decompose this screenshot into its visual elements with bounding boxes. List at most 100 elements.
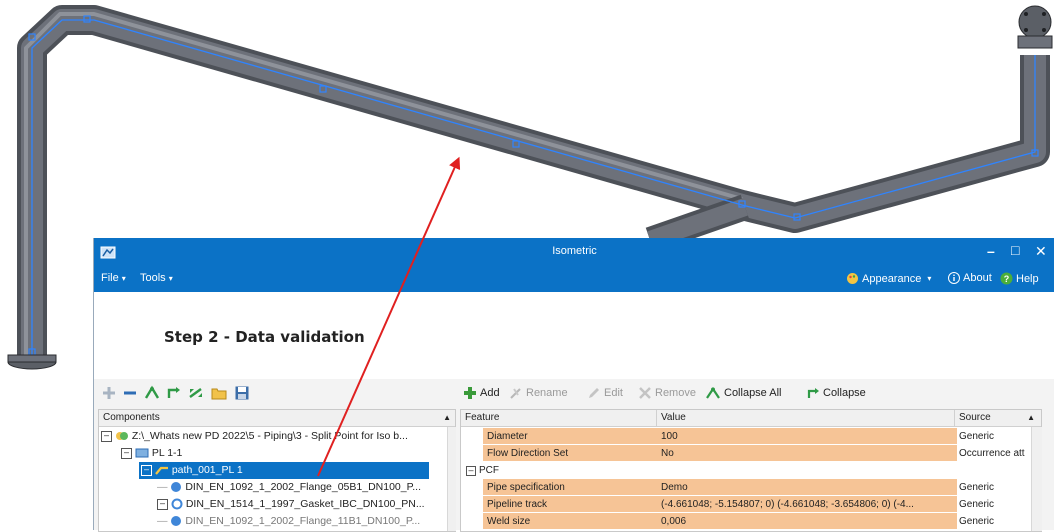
tree-row-pipeline[interactable]: – PL 1-1 bbox=[121, 445, 182, 462]
collapse-all-icon bbox=[706, 387, 720, 399]
assembly-icon bbox=[115, 432, 128, 441]
source-cell: Generic bbox=[959, 516, 995, 527]
swap-icon bbox=[189, 388, 202, 398]
feature-cell: Diameter bbox=[483, 428, 659, 444]
collapse-icon bbox=[807, 388, 819, 398]
column-source[interactable]: Source bbox=[959, 410, 991, 426]
group-label: PCF bbox=[479, 465, 499, 476]
flange-icon bbox=[171, 516, 182, 527]
tree-connector: — bbox=[157, 515, 168, 527]
grid-row[interactable]: Pipe specification Demo Generic bbox=[461, 479, 1041, 496]
sort-up-icon[interactable]: ▲ bbox=[1027, 410, 1035, 426]
collapse-toggle-icon[interactable]: – bbox=[101, 430, 112, 442]
value-cell[interactable]: Demo bbox=[657, 479, 957, 495]
value-cell[interactable]: No bbox=[657, 445, 957, 461]
pipeline-icon bbox=[135, 448, 149, 458]
column-feature[interactable]: Feature bbox=[465, 410, 499, 426]
tree-row-flange-1[interactable]: — DIN_EN_1092_1_2002_Flange_05B1_DN100_P… bbox=[157, 479, 421, 496]
menu-file-label: File bbox=[101, 272, 119, 284]
source-cell: Generic bbox=[959, 482, 995, 493]
value-cell[interactable]: (-4.661048; -5.154807; 0) (-4.661048; -3… bbox=[657, 496, 957, 512]
close-button[interactable]: ✕ bbox=[1035, 243, 1047, 260]
plus-icon bbox=[464, 387, 476, 399]
grid-row[interactable]: Flow Direction Set No Occurrence att bbox=[461, 445, 1041, 462]
value-cell[interactable]: 0,006 bbox=[657, 513, 957, 529]
value-cell[interactable]: 100 bbox=[657, 428, 957, 444]
column-divider bbox=[954, 410, 955, 426]
collapse-toggle-icon[interactable]: – bbox=[121, 447, 132, 459]
title-bar: Isometric – □ ✕ bbox=[94, 238, 1054, 266]
add-component-button[interactable] bbox=[101, 385, 117, 401]
menu-about[interactable]: About bbox=[948, 272, 992, 284]
components-header-label: Components bbox=[103, 412, 160, 423]
tree-row-gasket[interactable]: – DIN_EN_1514_1_1997_Gasket_IBC_DN100_PN… bbox=[157, 496, 425, 513]
tree-row-path[interactable]: – path_001_PL 1 bbox=[139, 462, 429, 479]
tree-item-label: DIN_EN_1514_1_1997_Gasket_IBC_DN100_PN..… bbox=[185, 498, 425, 510]
feature-cell: Pipeline track bbox=[483, 496, 659, 512]
chevron-down-icon: ▾ bbox=[121, 274, 126, 283]
menu-tools-label: Tools bbox=[140, 272, 166, 284]
collapse-toggle-icon[interactable]: – bbox=[157, 498, 168, 510]
tree-row-flange-2[interactable]: — DIN_EN_1092_1_2002_Flange_11B1_DN100_P… bbox=[157, 513, 420, 527]
menu-bar: File ▾ Tools ▾ Appearance ▾ About ? Help bbox=[94, 266, 1054, 292]
path-icon bbox=[155, 467, 168, 475]
grid-row[interactable]: Pipeline track (-4.661048; -5.154807; 0)… bbox=[461, 496, 1041, 513]
collapse-toggle-icon[interactable]: – bbox=[141, 464, 152, 476]
remove-component-button[interactable] bbox=[122, 385, 138, 401]
tree-item-label: PL 1-1 bbox=[151, 447, 183, 459]
tree-row-assembly[interactable]: – Z:\_Whats new PD 2022\5 - Piping\3 - S… bbox=[101, 428, 408, 445]
tree-item-label: Z:\_Whats new PD 2022\5 - Piping\3 - Spl… bbox=[131, 430, 408, 442]
source-cell: Generic bbox=[959, 431, 995, 442]
chevron-down-icon: ▾ bbox=[168, 274, 173, 283]
minimize-button[interactable]: – bbox=[987, 243, 995, 259]
rename-button[interactable]: Rename bbox=[509, 386, 568, 400]
menu-help[interactable]: ? Help bbox=[1000, 272, 1039, 285]
edit-button[interactable]: Edit bbox=[587, 386, 623, 400]
save-button[interactable] bbox=[234, 385, 250, 401]
sort-up-icon[interactable]: ▲ bbox=[443, 410, 451, 426]
remove-icon bbox=[639, 387, 651, 399]
step-title: Step 2 - Data validation bbox=[164, 328, 365, 346]
svg-text:?: ? bbox=[1004, 274, 1010, 284]
source-cell: Occurrence att bbox=[959, 448, 1025, 459]
branch-icon bbox=[167, 387, 180, 398]
isometric-window: Isometric – □ ✕ File ▾ Tools ▾ Appearance ▾… bbox=[93, 238, 1054, 532]
add-label: Add bbox=[480, 387, 500, 399]
maximize-button[interactable]: □ bbox=[1011, 242, 1019, 258]
step-header-panel: Step 2 - Data validation bbox=[94, 292, 1054, 379]
attributes-grid: Feature Value Source ▲ Diameter 100 Gene… bbox=[460, 409, 1042, 532]
add-attribute-button[interactable]: Add bbox=[463, 386, 500, 400]
swap-button[interactable] bbox=[188, 385, 204, 401]
grid-header: Feature Value Source ▲ bbox=[461, 410, 1041, 427]
remove-label: Remove bbox=[655, 387, 696, 399]
column-value[interactable]: Value bbox=[661, 410, 686, 426]
expand-all-button[interactable] bbox=[144, 385, 160, 401]
grid-row[interactable]: Diameter 100 Generic bbox=[461, 428, 1041, 445]
components-scrollbar[interactable] bbox=[447, 427, 456, 531]
collapse-all-label: Collapse All bbox=[724, 387, 782, 399]
collapse-button[interactable]: Collapse bbox=[806, 386, 866, 400]
remove-button[interactable]: Remove bbox=[638, 386, 696, 400]
edit-label: Edit bbox=[604, 387, 623, 399]
grid-row[interactable]: Weld size 0,006 Generic bbox=[461, 513, 1041, 530]
grid-group-row[interactable]: – PCF bbox=[461, 462, 1041, 479]
tree-item-label: DIN_EN_1092_1_2002_Flange_11B1_DN100_P..… bbox=[185, 515, 421, 527]
edit-icon bbox=[589, 388, 599, 398]
attributes-toolbar: Add Rename Edit Remove Collapse All Coll… bbox=[459, 379, 1054, 407]
menu-appearance[interactable]: Appearance ▾ bbox=[846, 272, 931, 285]
column-divider bbox=[656, 410, 657, 426]
open-folder-button[interactable] bbox=[211, 385, 227, 401]
expand-icon bbox=[144, 385, 160, 399]
menu-tools[interactable]: Tools ▾ bbox=[140, 272, 173, 284]
tree-item-label: path_001_PL 1 bbox=[171, 464, 243, 476]
tree-connector: — bbox=[157, 481, 168, 493]
menu-file[interactable]: File ▾ bbox=[101, 272, 126, 284]
folder-icon bbox=[211, 388, 227, 400]
collapse-toggle-icon[interactable]: – bbox=[466, 466, 476, 476]
feature-cell: Flow Direction Set bbox=[483, 445, 659, 461]
collapse-branch-button[interactable] bbox=[166, 385, 182, 401]
chevron-down-icon: ▾ bbox=[927, 274, 932, 283]
rename-icon bbox=[510, 388, 521, 399]
collapse-all-button[interactable]: Collapse All bbox=[706, 386, 781, 400]
flange-icon bbox=[171, 482, 182, 493]
